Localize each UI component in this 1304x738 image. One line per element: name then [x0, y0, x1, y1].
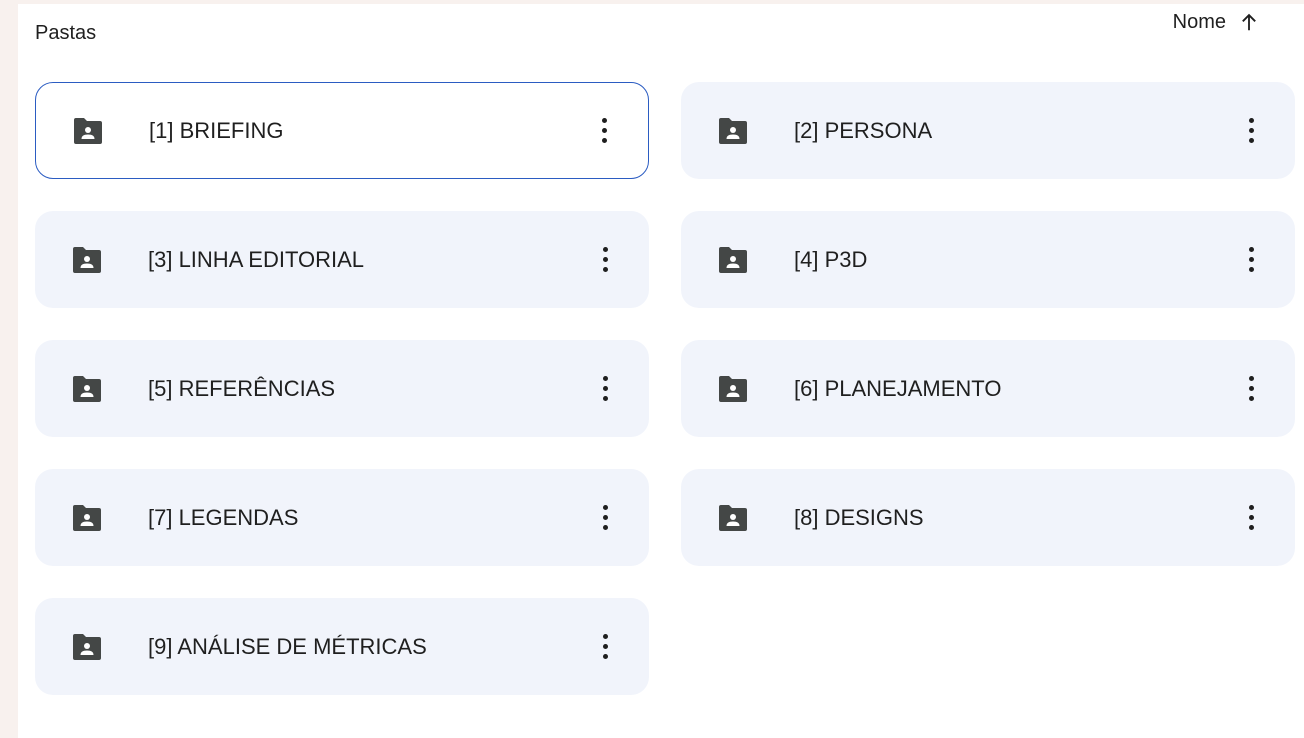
shared-folder-icon [73, 246, 101, 273]
more-vert-icon [602, 376, 608, 401]
more-vert-icon [1248, 376, 1254, 401]
more-vert-icon [602, 247, 608, 272]
shared-folder-icon [73, 504, 101, 531]
more-options-button[interactable] [587, 500, 623, 536]
more-vert-icon [602, 634, 608, 659]
folder-name: [1] BRIEFING [149, 117, 284, 143]
shared-folder-icon [719, 117, 747, 144]
more-options-button[interactable] [1233, 500, 1269, 536]
shared-folder-icon [73, 375, 101, 402]
shared-folder-icon [719, 504, 747, 531]
folder-card[interactable]: [4] P3D [681, 211, 1295, 308]
more-options-button[interactable] [1233, 113, 1269, 149]
folder-card[interactable]: [9] ANÁLISE DE MÉTRICAS [35, 598, 649, 695]
folder-name: [7] LEGENDAS [148, 504, 299, 530]
folder-card[interactable]: [7] LEGENDAS [35, 469, 649, 566]
more-vert-icon [1248, 247, 1254, 272]
more-options-button[interactable] [586, 113, 622, 149]
folder-name: [5] REFERÊNCIAS [148, 375, 336, 401]
more-options-button[interactable] [1233, 242, 1269, 278]
more-options-button[interactable] [587, 242, 623, 278]
more-options-button[interactable] [587, 629, 623, 665]
folder-card[interactable]: [3] LINHA EDITORIAL [35, 211, 649, 308]
folder-name: [9] ANÁLISE DE MÉTRICAS [148, 633, 427, 659]
folder-card[interactable]: [5] REFERÊNCIAS [35, 340, 649, 437]
folders-panel: Pastas Nome [1] BRIEFING [2] PERSONA [3]… [18, 4, 1304, 738]
folder-name: [2] PERSONA [794, 117, 933, 143]
more-options-button[interactable] [587, 371, 623, 407]
folder-card[interactable]: [8] DESIGNS [681, 469, 1295, 566]
folder-grid: [1] BRIEFING [2] PERSONA [3] LINHA EDITO… [35, 82, 1295, 695]
folder-card[interactable]: [1] BRIEFING [35, 82, 649, 179]
sort-by-name-button[interactable]: Nome [1173, 10, 1260, 34]
more-vert-icon [1248, 505, 1254, 530]
shared-folder-icon [719, 375, 747, 402]
section-title: Pastas [35, 22, 97, 44]
shared-folder-icon [73, 633, 101, 660]
folder-name: [6] PLANEJAMENTO [794, 375, 1002, 401]
folder-card[interactable]: [6] PLANEJAMENTO [681, 340, 1295, 437]
more-vert-icon [1248, 118, 1254, 143]
folder-card[interactable]: [2] PERSONA [681, 82, 1295, 179]
more-options-button[interactable] [1233, 371, 1269, 407]
folder-name: [3] LINHA EDITORIAL [148, 246, 365, 272]
arrow-up-icon [1238, 11, 1260, 33]
folder-name: [4] P3D [794, 246, 868, 272]
shared-folder-icon [74, 117, 102, 144]
more-vert-icon [601, 118, 607, 143]
sort-label: Nome [1172, 11, 1226, 33]
shared-folder-icon [719, 246, 747, 273]
more-vert-icon [602, 505, 608, 530]
folder-name: [8] DESIGNS [794, 504, 924, 530]
